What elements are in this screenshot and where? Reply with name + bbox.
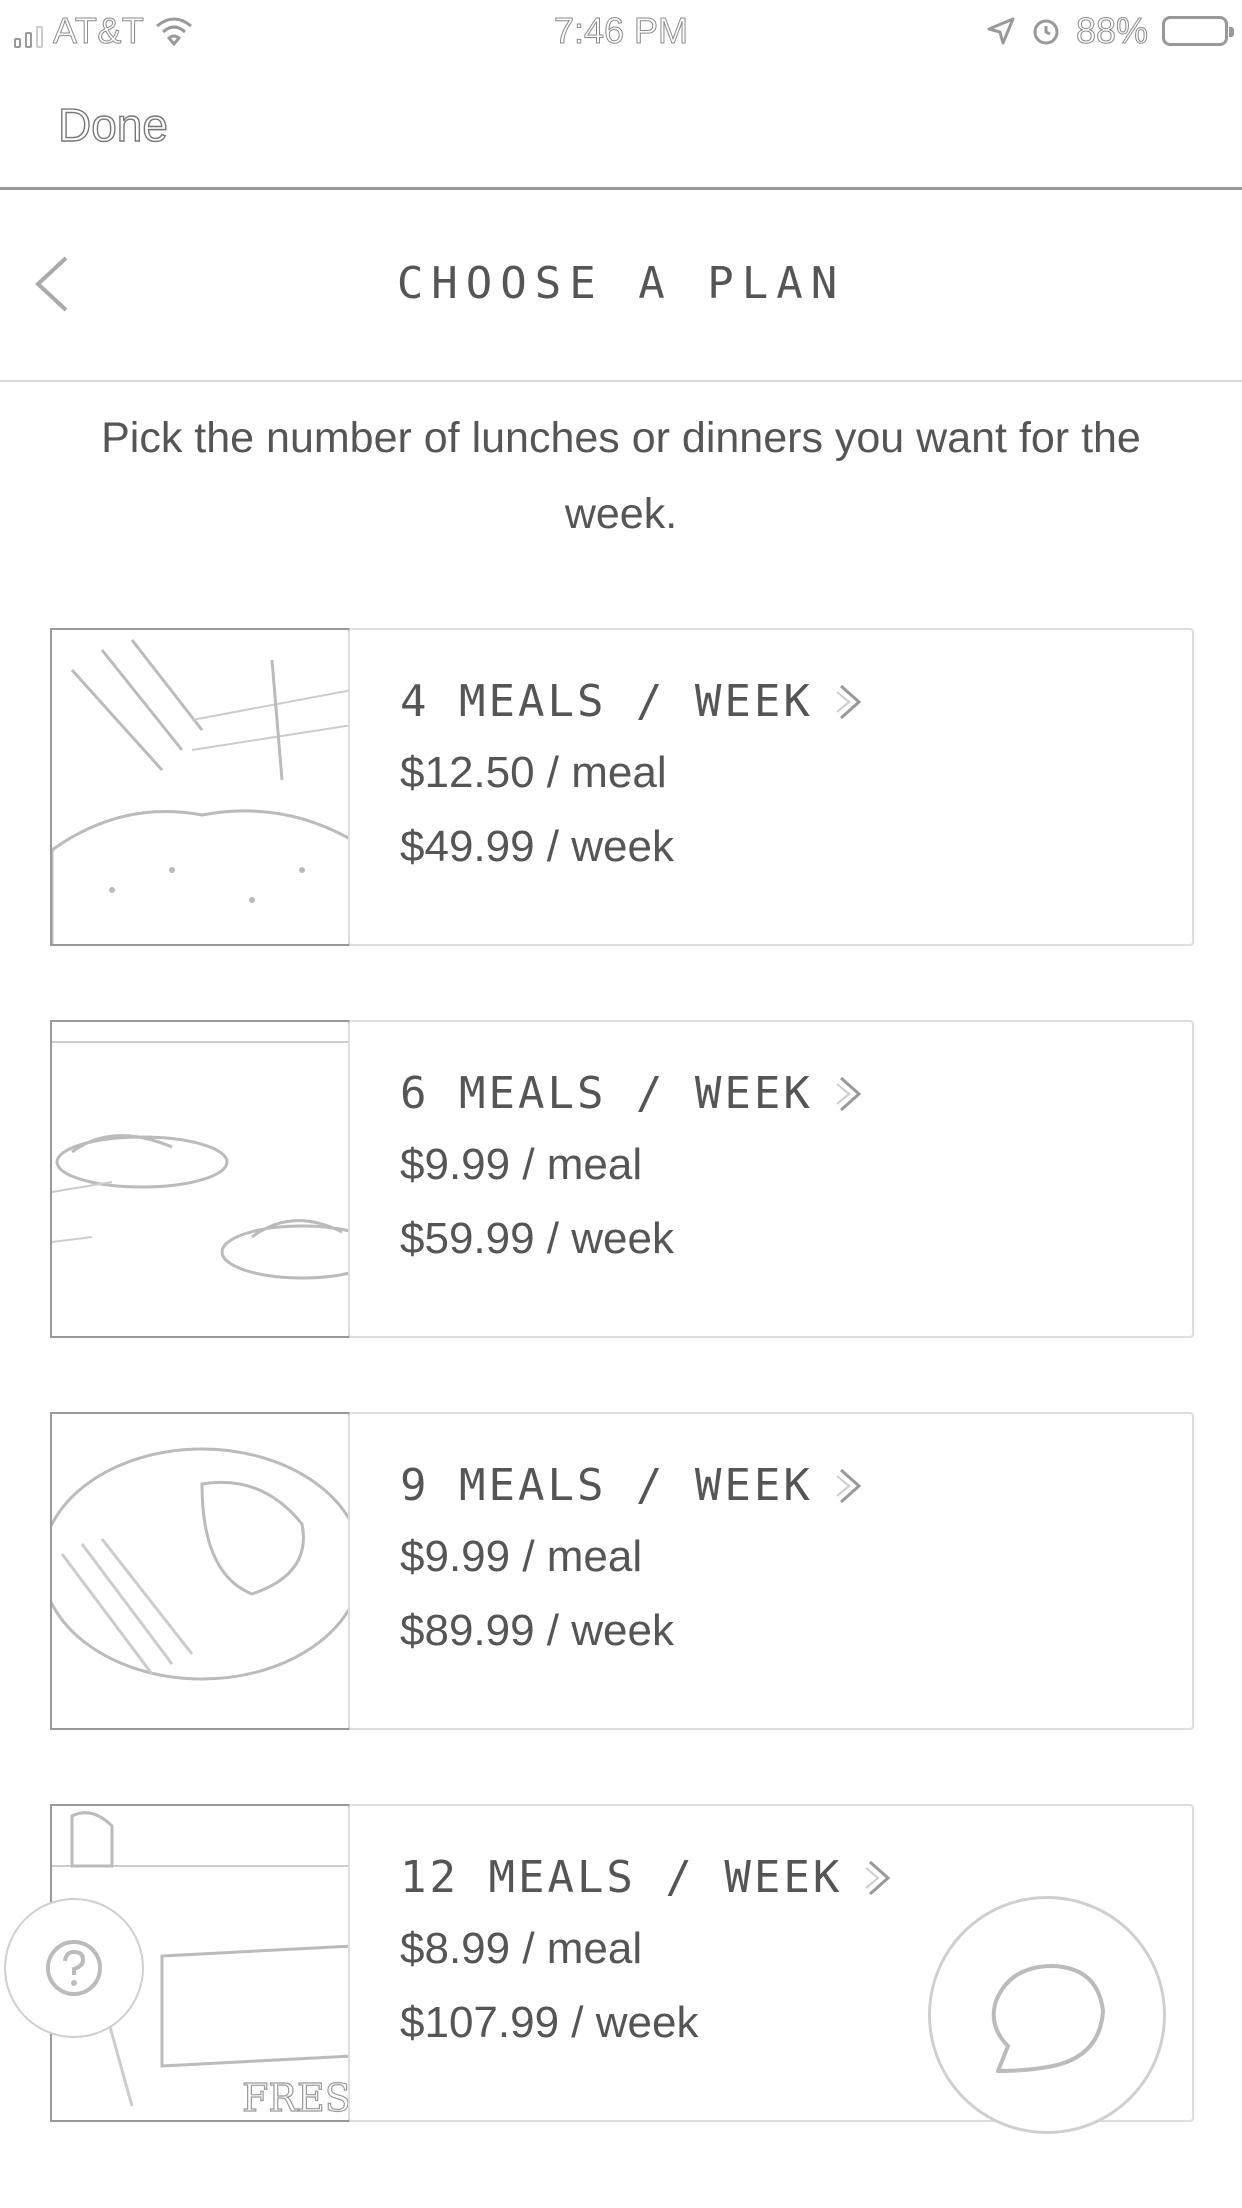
done-button[interactable]: Done [57, 98, 168, 152]
status-bar: AT&T 7:46 PM 88% [0, 0, 1242, 62]
chevron-right-icon [836, 1076, 862, 1111]
price-per-meal: $12.50 / meal [400, 748, 667, 797]
chevron-right-icon [836, 1468, 862, 1503]
location-icon [987, 17, 1015, 45]
battery-percentage: 88% [1075, 10, 1148, 52]
price-per-week: $49.99 / week [400, 822, 674, 871]
price-per-meal: $9.99 / meal [400, 1140, 643, 1189]
plan-name: 4 MEALS / WEEK [400, 676, 865, 727]
plan-option-4[interactable]: 4 MEALS / WEEK $12.50 / meal $49.99 / we… [50, 628, 1194, 946]
chat-bubble-icon [991, 1964, 1105, 2073]
alarm-icon [1033, 19, 1059, 45]
food-photo-seasoning [50, 628, 350, 946]
price-per-meal: $8.99 / meal [400, 1924, 643, 1973]
plan-name-label: 12 MEALS / WEEK [400, 1852, 843, 1903]
plan-card[interactable]: 6 MEALS / WEEK $9.99 / meal $59.99 / wee… [348, 1020, 1194, 1338]
plan-name-label: 9 MEALS / WEEK [400, 1460, 813, 1511]
price-per-meal: $9.99 / meal [400, 1532, 643, 1581]
plan-option-9[interactable]: 9 MEALS / WEEK $9.99 / meal $89.99 / wee… [50, 1412, 1194, 1730]
page-header: CHOOSE A PLAN [0, 190, 1242, 382]
food-photo-plates [50, 1020, 350, 1338]
price-per-week: $59.99 / week [400, 1214, 674, 1263]
battery-icon [1162, 16, 1234, 46]
plan-name-label: 4 MEALS / WEEK [400, 676, 813, 727]
chevron-right-icon [865, 1860, 891, 1895]
food-photo-dish [50, 1412, 350, 1730]
question-icon [46, 1940, 102, 1996]
chat-button[interactable] [928, 1896, 1166, 2134]
price-per-week: $107.99 / week [400, 1998, 699, 2047]
plan-name: 9 MEALS / WEEK [400, 1460, 865, 1511]
plan-card[interactable]: 9 MEALS / WEEK $9.99 / meal $89.99 / wee… [348, 1412, 1194, 1730]
status-right: 88% [986, 10, 1234, 52]
plan-option-6[interactable]: 6 MEALS / WEEK $9.99 / meal $59.99 / wee… [50, 1020, 1194, 1338]
help-button[interactable] [4, 1898, 144, 2038]
plan-name: 6 MEALS / WEEK [400, 1068, 865, 1119]
plan-card[interactable]: 4 MEALS / WEEK $12.50 / meal $49.99 / we… [348, 628, 1194, 946]
plan-name-label: 6 MEALS / WEEK [400, 1068, 813, 1119]
price-per-week: $89.99 / week [400, 1606, 674, 1655]
page-title: CHOOSE A PLAN [396, 258, 846, 309]
chevron-right-icon [836, 684, 862, 719]
intro-text: Pick the number of lunches or dinners yo… [101, 414, 1141, 538]
plan-name: 12 MEALS / WEEK [400, 1852, 894, 1903]
done-bar: Done [0, 62, 1242, 190]
brand-wordmark: FRESHLY [242, 2076, 350, 2120]
